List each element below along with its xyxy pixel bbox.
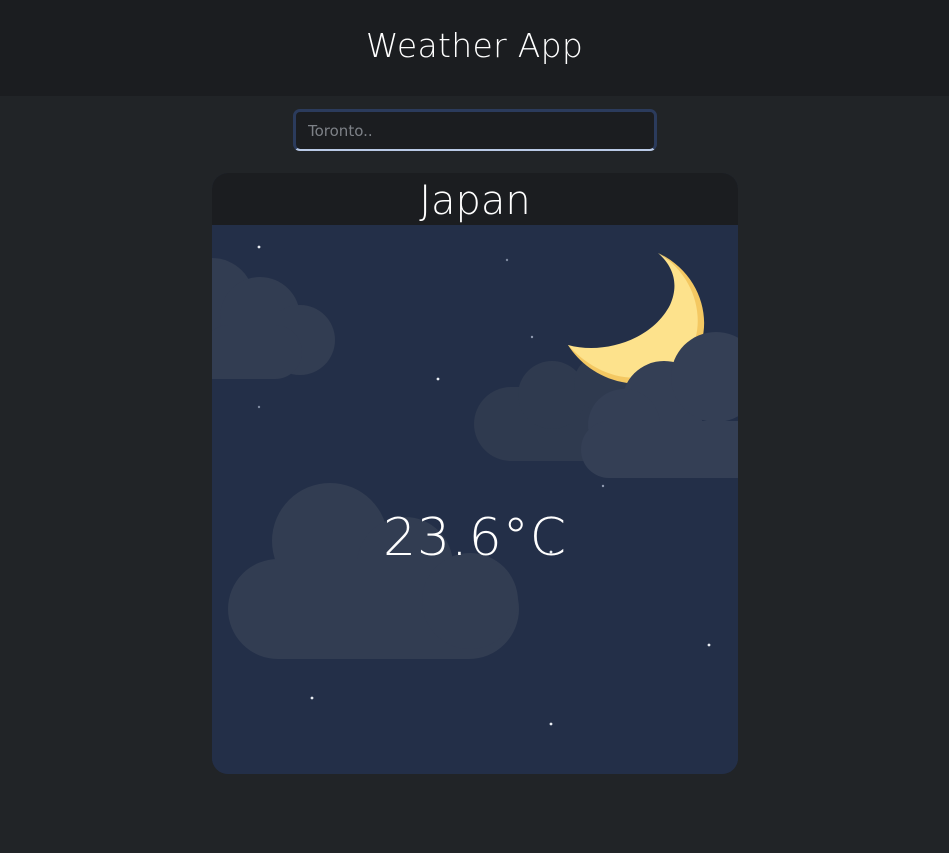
temperature-reading: 23.6°C [382, 508, 568, 568]
location-name: Japan [419, 178, 531, 224]
weather-card: Japan 23.6°C [212, 173, 738, 774]
star [310, 696, 314, 700]
app-title: Weather App [365, 25, 584, 65]
city-search-input[interactable] [293, 109, 657, 151]
star [549, 722, 553, 726]
star [505, 258, 509, 262]
night-sky-illustration [212, 225, 738, 774]
star [257, 405, 261, 409]
star [530, 335, 534, 339]
star [601, 484, 605, 488]
search-bar [293, 109, 657, 151]
star [257, 245, 261, 249]
star [707, 643, 711, 647]
weather-card-header: Japan [212, 173, 738, 225]
star [436, 377, 440, 381]
app-header: Weather App [0, 0, 949, 96]
night-sky-scene: 23.6°C [212, 225, 738, 774]
